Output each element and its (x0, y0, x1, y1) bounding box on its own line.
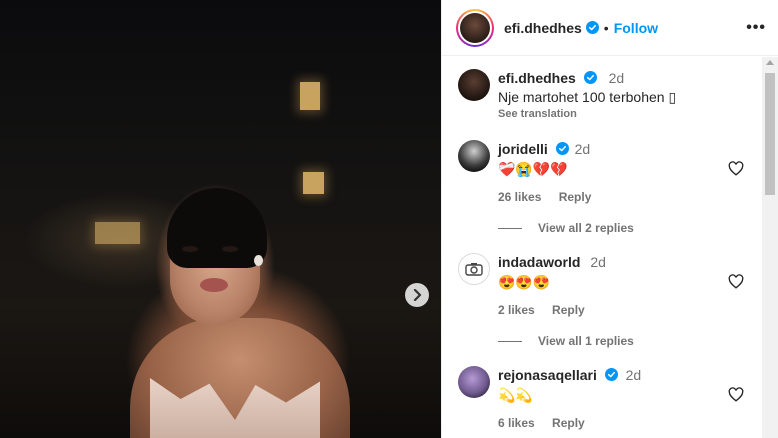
see-translation-link[interactable]: See translation (498, 108, 676, 120)
avatar[interactable] (458, 253, 490, 285)
separator-dot: • (603, 19, 609, 36)
caption-username[interactable]: efi.dhedhes (498, 70, 576, 86)
view-replies-label: View all 1 replies (538, 334, 634, 348)
header-username[interactable]: efi.dhedhes (504, 20, 582, 36)
figure-earring (254, 255, 263, 266)
post-header: efi.dhedhes • Follow ••• (442, 0, 778, 56)
avatar[interactable] (458, 140, 490, 172)
window-light (300, 82, 320, 110)
heart-icon[interactable] (728, 387, 744, 402)
avatar[interactable] (458, 366, 490, 398)
figure-lips (200, 278, 228, 292)
comment-time[interactable]: 2d (626, 367, 642, 383)
view-replies-button[interactable]: View all 2 replies (498, 221, 634, 235)
caption-time[interactable]: 2d (609, 70, 625, 86)
verified-badge-icon (585, 21, 599, 34)
story-ring[interactable] (456, 8, 494, 47)
comments-panel: efi.dhedhes • Follow ••• efi.dhedhes 2d … (441, 0, 778, 438)
reply-button[interactable]: Reply (559, 190, 592, 204)
replies-divider (498, 340, 522, 342)
figure-eye (182, 246, 198, 252)
comment-likes[interactable]: 6 likes (498, 416, 535, 430)
post-modal: efi.dhedhes • Follow ••• efi.dhedhes 2d … (0, 0, 778, 438)
scroll-up-arrow-icon[interactable] (766, 60, 774, 65)
comment-username[interactable]: rejonasaqellari (498, 367, 597, 383)
comment-likes[interactable]: 2 likes (498, 303, 535, 317)
comment-username[interactable]: joridelli (498, 141, 548, 157)
avatar[interactable] (458, 69, 490, 101)
chevron-right-icon (413, 289, 422, 301)
comment-time[interactable]: 2d (575, 141, 591, 157)
comment-text: 😍😍😍 (498, 274, 551, 290)
reply-button[interactable]: Reply (552, 303, 585, 317)
comment: joridelli 2d ❤️‍🩹😭💔💔 26 likes Reply (458, 140, 605, 204)
camera-logo-icon (465, 263, 483, 276)
scrollbar[interactable] (762, 57, 778, 438)
comment-username[interactable]: indadaworld (498, 254, 580, 270)
verified-badge-icon (583, 71, 597, 84)
more-options-icon[interactable]: ••• (746, 19, 766, 37)
reply-button[interactable]: Reply (552, 416, 585, 430)
window-light (95, 222, 140, 244)
replies-divider (498, 227, 522, 229)
heart-icon[interactable] (728, 161, 744, 176)
scrollbar-thumb[interactable] (765, 73, 775, 195)
post-image (0, 0, 441, 438)
caption: efi.dhedhes 2d Nje martohet 100 terbohen… (458, 69, 676, 120)
window-light (303, 172, 324, 194)
comment: indadaworld 2d 😍😍😍 2 likes Reply (458, 253, 606, 317)
comment-time[interactable]: 2d (590, 254, 606, 270)
comment: rejonasaqellari 2d 💫💫 6 likes Reply (458, 366, 641, 430)
caption-text: Nje martohet 100 terbohen ▯ (498, 89, 677, 105)
follow-button[interactable]: Follow (614, 20, 658, 36)
avatar (460, 12, 490, 43)
heart-icon[interactable] (728, 274, 744, 289)
verified-badge-icon (555, 142, 569, 155)
figure-eye (222, 246, 238, 252)
view-replies-label: View all 2 replies (538, 221, 634, 235)
figure-hair (167, 188, 267, 268)
verified-badge-icon (604, 368, 618, 381)
comment-likes[interactable]: 26 likes (498, 190, 541, 204)
comment-text: ❤️‍🩹😭💔💔 (498, 161, 568, 177)
next-image-button[interactable] (405, 283, 429, 307)
view-replies-button[interactable]: View all 1 replies (498, 334, 634, 348)
comment-text: 💫💫 (498, 387, 533, 403)
comments-list[interactable]: efi.dhedhes 2d Nje martohet 100 terbohen… (442, 57, 764, 438)
